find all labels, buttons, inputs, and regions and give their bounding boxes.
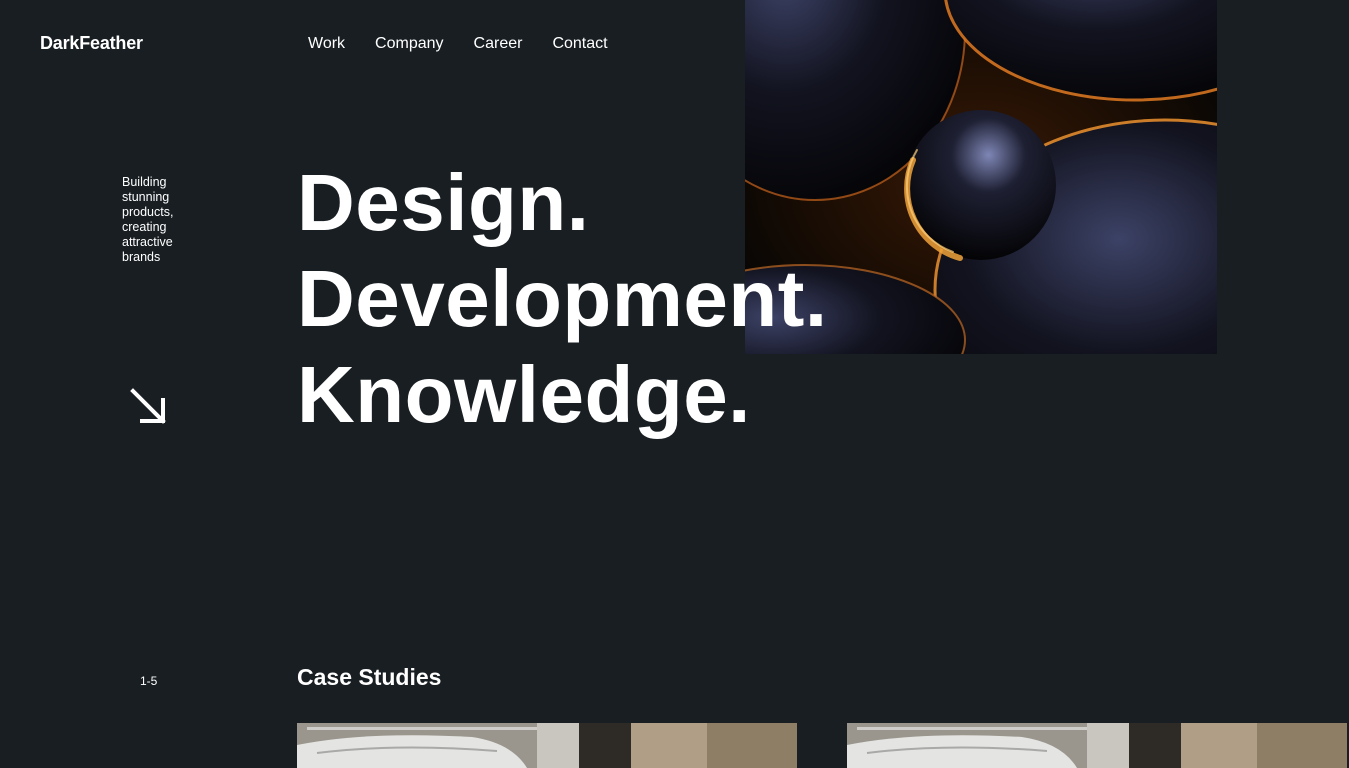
case-study-card-2[interactable] xyxy=(847,723,1347,768)
case-study-card-1[interactable] xyxy=(297,723,797,768)
arrow-down-right-icon[interactable] xyxy=(128,386,168,426)
brand-logo[interactable]: DarkFeather xyxy=(40,33,143,54)
headline-line-knowledge: Knowledge. xyxy=(297,350,751,439)
case-studies-title: Case Studies xyxy=(297,664,442,690)
nav-item-career[interactable]: Career xyxy=(474,35,523,53)
nav-item-contact[interactable]: Contact xyxy=(552,35,607,53)
car-in-garage-image-1 xyxy=(297,723,797,768)
main-nav: Work Company Career Contact xyxy=(308,35,638,53)
headline-line-design: Design. xyxy=(297,158,590,247)
car-in-garage-image-2 xyxy=(847,723,1347,768)
page: DarkFeather Work Company Career Contact xyxy=(0,0,1349,768)
nav-item-company[interactable]: Company xyxy=(375,35,443,53)
hero-tagline: Building stunning products, creating att… xyxy=(122,175,174,264)
case-studies-counter: 1-5 xyxy=(140,674,158,688)
hero-headline: Design. Development. Knowledge. xyxy=(297,155,828,443)
nav-item-work[interactable]: Work xyxy=(308,35,345,53)
headline-line-development: Development. xyxy=(297,254,828,343)
